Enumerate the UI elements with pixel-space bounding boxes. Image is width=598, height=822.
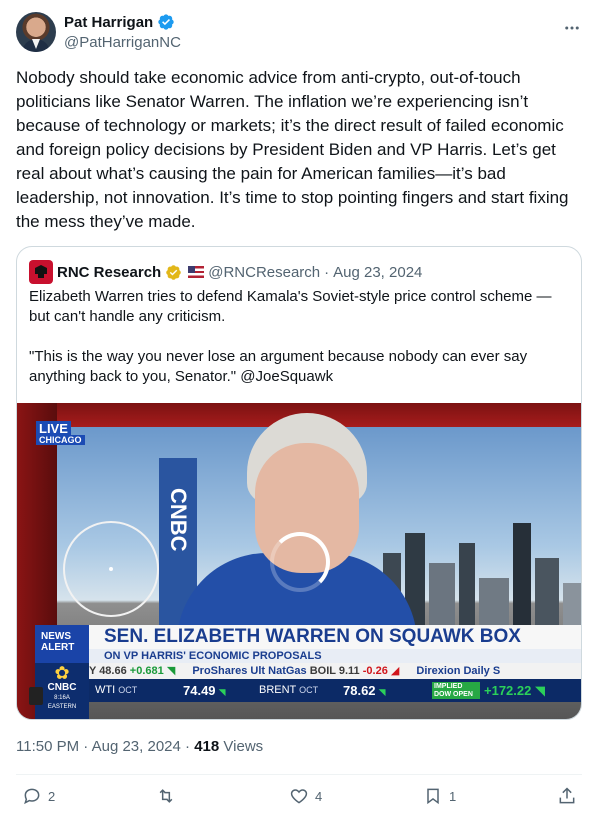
quoted-author-avatar[interactable]: [29, 260, 53, 284]
author-handle[interactable]: @PatHarriganNC: [64, 34, 181, 51]
tweet-text: Nobody should take economic advice from …: [16, 68, 569, 231]
affiliate-flag-icon: [188, 266, 205, 278]
divider: [16, 774, 582, 775]
market-brent-value: 78.62 ◥: [343, 679, 386, 704]
bookmark-icon: [427, 788, 439, 805]
tweet-header: Pat Harrigan @PatHarriganNC: [16, 12, 582, 54]
like-count: 4: [315, 788, 323, 804]
brent-up-icon: ◥: [378, 687, 386, 697]
ticker-item3-name: Direxion Daily S: [416, 665, 501, 677]
reply-button[interactable]: 2: [22, 786, 55, 806]
quoted-paragraph-1: Elizabeth Warren tries to defend Kamala'…: [29, 288, 552, 325]
views-count: 418: [194, 738, 220, 755]
ticker-up-icon: ◥: [166, 665, 176, 677]
author-display-name[interactable]: Pat Harrigan: [64, 14, 153, 31]
implied-value: +172.22: [484, 683, 532, 698]
bookmark-count: 1: [449, 788, 457, 804]
brent-value: 78.62: [343, 683, 376, 698]
cnbc-logo: ✿ CNBC 8:16A EASTERN: [35, 663, 89, 719]
ticker-item1-change: +0.681: [129, 665, 164, 677]
quoted-display-name[interactable]: RNC Research: [57, 264, 161, 281]
implied-line1: IMPLIED: [434, 683, 463, 690]
cnbc-pillar-text: CNBC: [166, 488, 191, 552]
gold-verified-badge-icon: [166, 264, 181, 280]
bookmark-button[interactable]: 1: [423, 786, 456, 806]
lower-third: NEWS ALERT SEN. ELIZABETH WARREN ON SQUA…: [35, 625, 581, 719]
wti-value: 74.49: [183, 683, 216, 698]
markets-bar: WTI OCT 74.49 ◥ BRENT OCT 78.62 ◥ IMPLIE…: [89, 679, 581, 704]
retweet-button[interactable]: [156, 786, 182, 806]
ticker-item2-change: -0.26: [362, 665, 388, 677]
implied-up-icon: ◥: [534, 683, 545, 698]
video-control-icon[interactable]: [29, 687, 43, 705]
cnbc-logo-time: 8:16A: [54, 695, 70, 701]
news-alert-badge: NEWS ALERT: [35, 625, 89, 663]
reply-count: 2: [48, 788, 56, 804]
reply-icon: [24, 788, 40, 805]
implied-line2: DOW OPEN: [434, 691, 473, 698]
heart-icon: [290, 789, 308, 804]
share-icon: [559, 787, 575, 804]
cnbc-logo-text: CNBC: [47, 682, 77, 693]
cnbc-logo-zone: EASTERN: [47, 704, 77, 710]
quoted-handle[interactable]: @RNCResearch: [208, 264, 320, 281]
tweet-meta: 11:50 PM · Aug 23, 2024 · 418 Views: [16, 738, 263, 755]
more-options-icon[interactable]: [562, 18, 582, 38]
ticker-item1-prefix: Y 48.66: [89, 665, 127, 677]
quoted-tweet-text: Elizabeth Warren tries to defend Kamala'…: [29, 287, 574, 407]
meta-separator: ·: [83, 738, 89, 755]
ticker-item2-symbol: BOIL 9.11: [309, 665, 360, 677]
implied-dow-value: +172.22 ◥: [484, 679, 545, 702]
quoted-tweet-header: RNC Research @RNCResearch · Aug 23, 2024: [29, 260, 422, 284]
loading-spinner-icon: [270, 532, 330, 592]
market-wti: WTI OCT: [95, 679, 137, 702]
market-brent: BRENT OCT: [259, 679, 318, 702]
quoted-date[interactable]: Aug 23, 2024: [333, 264, 422, 281]
video-subheadline: ON VP HARRIS' ECONOMIC PROPOSALS: [89, 649, 581, 663]
peacock-icon: ✿: [54, 663, 70, 683]
quoted-tweet[interactable]: RNC Research @RNCResearch · Aug 23, 2024…: [16, 246, 582, 720]
wti-up-icon: ◥: [218, 687, 226, 697]
stock-ticker: Y 48.66 +0.681 ◥ ProShares Ult NatGas BO…: [89, 663, 581, 679]
wti-label: WTI: [95, 684, 116, 696]
brent-month: OCT: [299, 685, 319, 695]
tweet-date[interactable]: Aug 23, 2024: [92, 738, 181, 755]
views-label: Views: [223, 738, 264, 755]
quoted-paragraph-2: "This is the way you never lose an argum…: [29, 348, 528, 385]
video-player[interactable]: CNBC LIVE CHICAGO NEWS ALERT SEN. ELIZAB…: [17, 403, 581, 719]
ticker-down-icon: ◢: [390, 665, 400, 677]
ticker-item2-name: ProShares Ult NatGas: [192, 665, 307, 677]
action-bar: 2 4 1: [16, 786, 582, 812]
tweet-time[interactable]: 11:50 PM: [16, 738, 79, 755]
quoted-separator: ·: [324, 263, 330, 281]
ferris-wheel: [63, 521, 159, 617]
verified-badge-icon: [158, 14, 174, 30]
share-button[interactable]: [557, 786, 577, 806]
meta-separator-2: ·: [185, 738, 191, 755]
wti-month: OCT: [118, 685, 138, 695]
brent-label: BRENT: [259, 684, 297, 696]
live-badge: LIVE: [36, 421, 71, 436]
like-button[interactable]: 4: [289, 786, 322, 806]
author-name-row: Pat Harrigan: [64, 13, 175, 31]
video-headline: SEN. ELIZABETH WARREN ON SQUAWK BOX: [89, 625, 581, 649]
market-wti-value: 74.49 ◥: [183, 679, 226, 704]
author-avatar[interactable]: [16, 12, 56, 52]
live-city: CHICAGO: [36, 435, 85, 445]
retweet-icon: [159, 789, 173, 803]
implied-dow-label: IMPLIED DOW OPEN: [432, 682, 480, 699]
